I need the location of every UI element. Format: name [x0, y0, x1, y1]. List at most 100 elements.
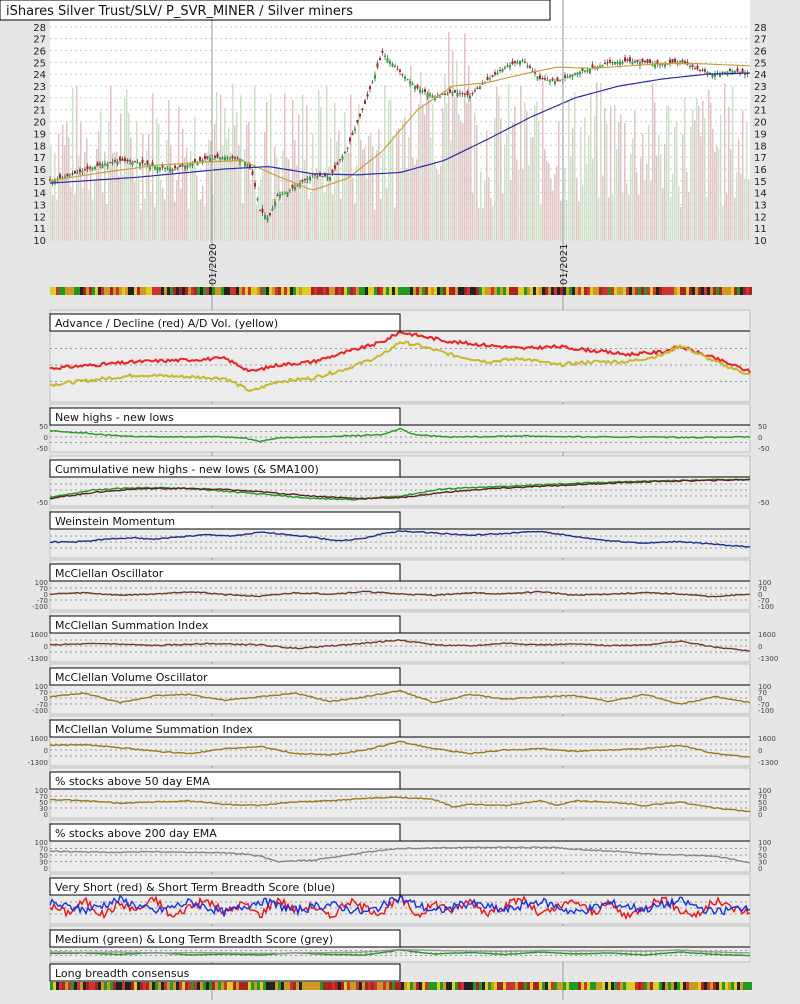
breadth-strip-cell	[173, 287, 176, 295]
volume-bar	[438, 173, 440, 240]
long-breadth-strip-cell	[71, 982, 74, 990]
candle-body	[736, 68, 739, 72]
breadth-strip-cell	[446, 287, 449, 295]
volume-bar	[556, 165, 558, 240]
breadth-strip-cell	[290, 287, 293, 295]
breadth-strip-cell	[677, 287, 680, 295]
long-breadth-strip-cell	[308, 982, 311, 990]
volume-bar	[582, 184, 584, 240]
volume-bar	[654, 102, 656, 241]
breadth-strip-cell	[509, 287, 512, 295]
volume-bar	[746, 122, 748, 240]
candle-body	[354, 128, 356, 131]
candle-body	[114, 160, 116, 162]
volume-bar	[712, 129, 714, 240]
volume-bar	[572, 127, 574, 240]
breadth-strip-cell	[113, 287, 116, 295]
long-breadth-strip-cell	[149, 982, 152, 990]
price-ytick-right: 18	[754, 141, 767, 152]
volume-bar	[372, 146, 374, 240]
candle-body	[444, 93, 446, 95]
candle-body	[304, 178, 306, 180]
candle-body	[741, 68, 744, 73]
long-breadth-strip-cell	[422, 982, 425, 990]
volume-bar	[676, 122, 678, 240]
breadth-strip-cell	[746, 287, 749, 295]
volume-bar	[398, 128, 400, 240]
price-ytick-left: 14	[33, 189, 46, 200]
volume-bar	[716, 146, 718, 240]
volume-bar	[126, 89, 128, 240]
breadth-strip-cell	[326, 287, 329, 295]
candle-body	[526, 65, 529, 68]
candle-body	[669, 59, 671, 64]
volume-bar	[192, 166, 194, 240]
breadth-strip-cell	[50, 287, 53, 295]
price-ytick-right: 27	[754, 35, 767, 46]
volume-bar	[288, 159, 290, 240]
volume-bar	[86, 138, 88, 240]
candle-body	[336, 162, 339, 165]
breadth-strip-cell	[530, 287, 533, 295]
breadth-strip-cell	[656, 287, 659, 295]
breadth-strip-cell	[743, 287, 746, 295]
panel-1-ytick-left: 0	[44, 434, 48, 442]
breadth-strip-cell	[614, 287, 617, 295]
breadth-strip-cell	[374, 287, 377, 295]
long-breadth-strip-cell	[653, 982, 656, 990]
candle-body	[696, 65, 699, 70]
candle-body	[84, 169, 86, 171]
volume-bar	[196, 175, 198, 240]
breadth-strip-cell	[455, 287, 458, 295]
long-breadth-strip-cell	[410, 982, 413, 990]
breadth-strip-cell	[497, 287, 500, 295]
candle-body	[679, 61, 681, 63]
volume-bar	[74, 194, 76, 240]
volume-bar	[68, 137, 70, 240]
volume-bar	[338, 130, 340, 240]
volume-bar	[490, 197, 492, 240]
volume-bar	[194, 116, 196, 240]
breadth-strip-cell	[233, 287, 236, 295]
volume-bar	[614, 104, 616, 240]
long-breadth-strip-cell	[50, 982, 53, 990]
volume-bar	[672, 174, 674, 240]
candle-body	[184, 165, 186, 169]
candle-body	[414, 86, 416, 90]
long-breadth-strip-cell	[272, 982, 275, 990]
long-breadth-strip-cell	[449, 982, 452, 990]
candle-body	[559, 79, 561, 81]
candle-body	[164, 167, 166, 169]
breadth-strip-cell	[602, 287, 605, 295]
long-breadth-strip-cell	[263, 982, 266, 990]
price-ytick-left: 25	[33, 58, 46, 69]
candle-body	[139, 162, 141, 167]
volume-bar	[242, 203, 244, 240]
candle-body	[501, 68, 504, 72]
candle-body	[179, 165, 181, 167]
breadth-strip-cell	[311, 287, 314, 295]
breadth-strip-cell	[140, 287, 143, 295]
candle-body	[384, 55, 386, 57]
candle-body	[301, 179, 304, 182]
volume-bar	[656, 155, 658, 240]
volume-bar	[162, 188, 164, 240]
volume-bar	[120, 113, 122, 240]
volume-bar	[578, 201, 580, 240]
volume-bar	[256, 205, 258, 240]
breadth-strip-cell	[608, 287, 611, 295]
candle-body	[551, 78, 554, 81]
price-ytick-left: 27	[33, 35, 46, 46]
long-breadth-strip-cell	[641, 982, 644, 990]
breadth-strip-cell	[428, 287, 431, 295]
long-breadth-strip-cell	[335, 982, 338, 990]
long-breadth-strip-cell	[518, 982, 521, 990]
breadth-strip-cell	[449, 287, 452, 295]
volume-bar	[348, 152, 350, 240]
candle-body	[429, 94, 431, 96]
panel-1-title: New highs - new lows	[55, 411, 174, 424]
volume-bar	[252, 169, 254, 240]
long-breadth-strip-cell	[158, 982, 161, 990]
breadth-strip-cell	[722, 287, 725, 295]
breadth-strip-cell	[647, 287, 650, 295]
